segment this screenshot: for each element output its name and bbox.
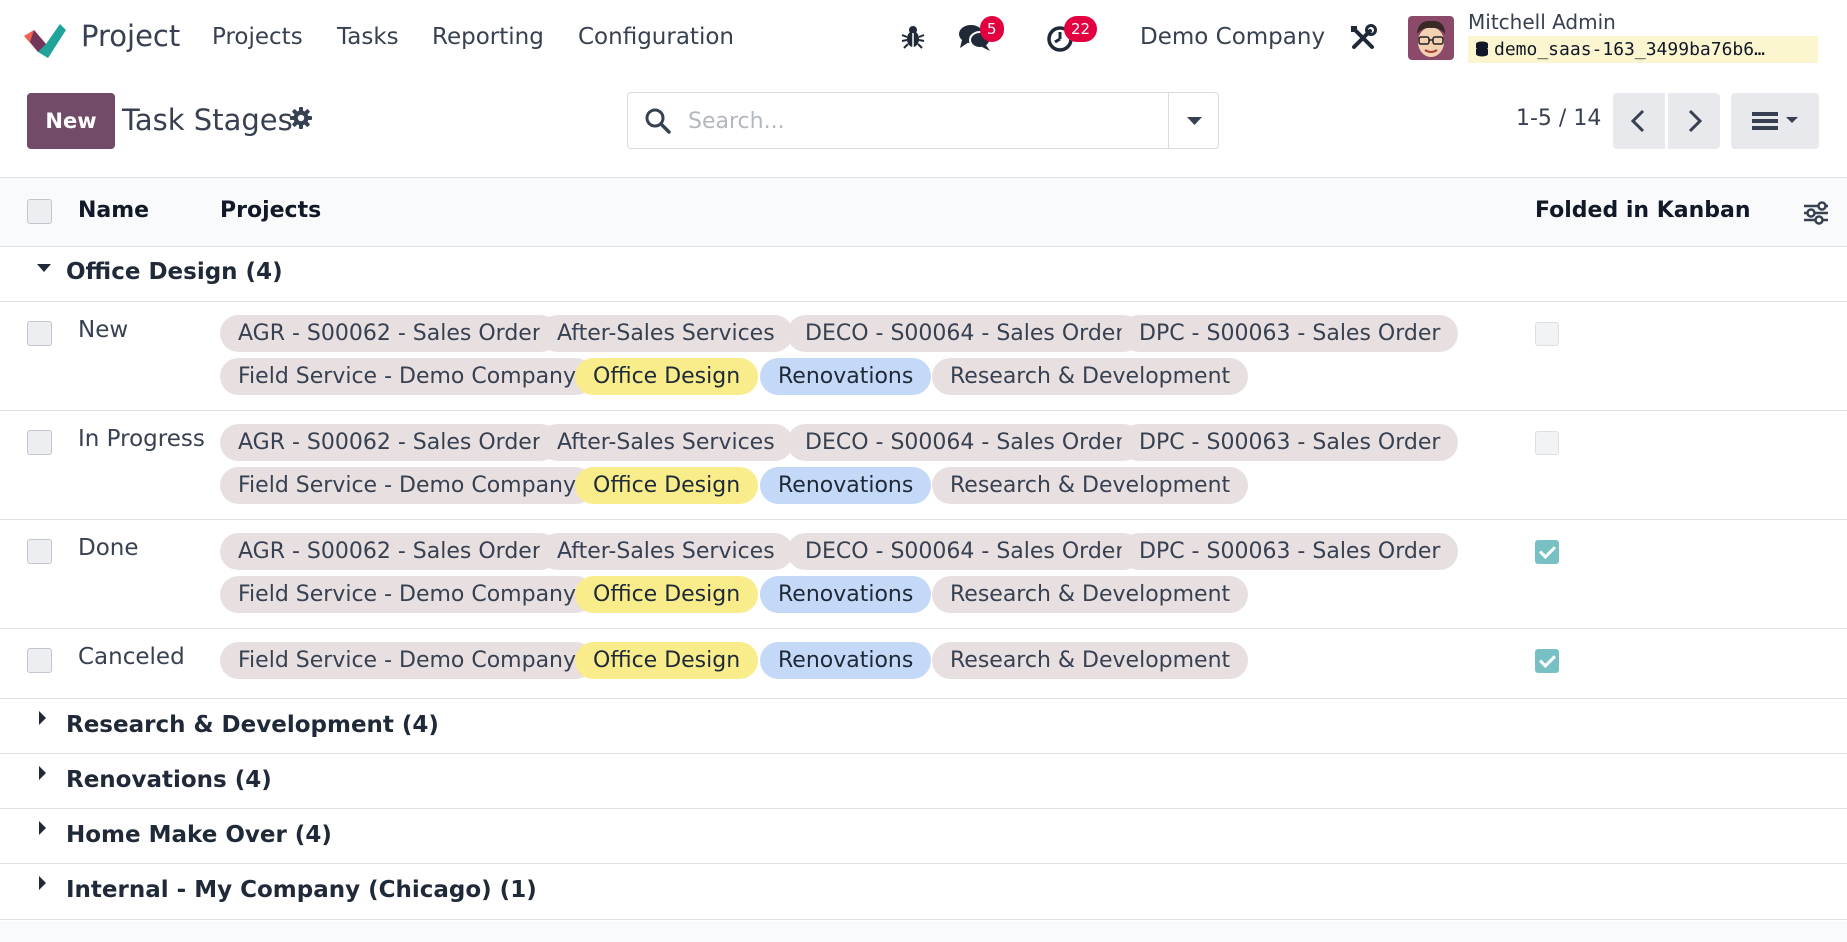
project-tag-renovations: Renovations [760,467,932,504]
caret-down-icon [1187,117,1202,125]
pager-next-button[interactable] [1668,93,1720,149]
database-name: demo_saas-163_3499ba76b6… [1494,39,1765,60]
project-tag-office-design: Office Design [575,467,759,504]
group-label: Research & Development (4) [66,712,439,738]
table-row[interactable]: New AGR - S00062 - Sales Order After-Sales… [0,302,1847,411]
bug-icon[interactable] [900,24,926,50]
app-logo-icon[interactable] [24,20,66,58]
view-switcher-button[interactable] [1731,93,1819,149]
folded-in-kanban-checkbox [1535,649,1559,673]
caret-down-icon [37,264,51,272]
menu-reporting[interactable]: Reporting [432,24,544,50]
caret-right-icon [39,876,46,890]
project-tag-deco-s00064-sales-order: DECO - S00064 - Sales Order [787,533,1143,570]
group-label: Office Design (4) [66,259,283,285]
project-tag-renovations: Renovations [760,358,932,395]
gear-icon[interactable] [290,107,312,129]
project-tag-research-development: Research & Development [932,467,1249,504]
column-header-folded[interactable]: Folded in Kanban [1535,198,1751,223]
caret-right-icon [39,821,46,835]
row-select-checkbox[interactable] [27,539,52,564]
project-tag-after-sales-services: After-Sales Services [539,315,793,352]
project-tag-field-service-demo-company: Field Service - Demo Company [220,642,595,679]
project-tag-field-service-demo-company: Field Service - Demo Company [220,467,595,504]
menu-configuration[interactable]: Configuration [578,24,734,50]
group-row-internal-my-company[interactable]: Internal - My Company (Chicago) (1) [0,864,1847,920]
stage-name: In Progress [78,426,205,452]
folded-in-kanban-checkbox [1535,322,1559,346]
optional-columns-icon[interactable] [1802,200,1830,226]
company-switcher[interactable]: Demo Company [1140,24,1325,50]
group-label: Internal - My Company (Chicago) (1) [66,877,537,903]
row-select-checkbox[interactable] [27,648,52,673]
chevron-right-icon [1688,109,1703,133]
new-button[interactable]: New [27,93,115,149]
chevron-left-icon [1630,109,1645,133]
project-tag-office-design: Office Design [575,642,759,679]
debug-tools-icon[interactable] [1349,24,1377,52]
project-tag-field-service-demo-company: Field Service - Demo Company [220,576,595,613]
search-icon [645,108,671,134]
row-select-checkbox[interactable] [27,430,52,455]
project-tag-field-service-demo-company: Field Service - Demo Company [220,358,595,395]
search-bar [627,92,1219,149]
stage-name: New [78,317,129,343]
stage-name: Canceled [78,644,185,670]
group-row-home-make-over[interactable]: Home Make Over (4) [0,809,1847,864]
pager-previous-button[interactable] [1613,93,1665,149]
caret-right-icon [39,766,46,780]
messages-count-badge: 5 [980,16,1004,42]
user-name[interactable]: Mitchell Admin [1468,10,1616,34]
project-tag-deco-s00064-sales-order: DECO - S00064 - Sales Order [787,424,1143,461]
row-select-checkbox[interactable] [27,321,52,346]
caret-right-icon [39,711,46,725]
project-tag-office-design: Office Design [575,358,759,395]
group-row-research-development[interactable]: Research & Development (4) [0,699,1847,754]
group-row-office-design[interactable]: Office Design (4) [0,247,1847,302]
project-tag-research-development: Research & Development [932,358,1249,395]
group-label: Renovations (4) [66,767,272,793]
list-view-icon [1752,112,1798,130]
project-tag-renovations: Renovations [760,576,932,613]
column-header-name[interactable]: Name [78,198,149,223]
folded-in-kanban-checkbox [1535,431,1559,455]
group-row-renovations[interactable]: Renovations (4) [0,754,1847,809]
project-tag-deco-s00064-sales-order: DECO - S00064 - Sales Order [787,315,1143,352]
project-tag-dpc-s00063-sales-order: DPC - S00063 - Sales Order [1121,315,1459,352]
user-avatar[interactable] [1408,16,1454,60]
menu-tasks[interactable]: Tasks [337,24,399,50]
project-tag-dpc-s00063-sales-order: DPC - S00063 - Sales Order [1121,424,1459,461]
top-navbar: Project Projects Tasks Reporting Configu… [0,0,1847,76]
page-title[interactable]: Task Stages [122,103,293,137]
project-tag-after-sales-services: After-Sales Services [539,533,793,570]
folded-in-kanban-checkbox [1535,540,1559,564]
project-tag-research-development: Research & Development [932,576,1249,613]
database-badge: demo_saas-163_3499ba76b6… [1468,36,1818,63]
project-tag-research-development: Research & Development [932,642,1249,679]
group-label: Home Make Over (4) [66,822,332,848]
stage-name: Done [78,535,139,561]
table-row[interactable]: Done AGR - S00062 - Sales Order After-Sale… [0,520,1847,629]
pager-value[interactable]: 1-5 / 14 [1516,106,1601,131]
project-tag-renovations: Renovations [760,642,932,679]
list-footer [0,921,1847,942]
table-row[interactable]: In Progress AGR - S00062 - Sales Order Aft… [0,411,1847,520]
search-options-toggle[interactable] [1168,93,1219,148]
column-header-projects[interactable]: Projects [220,198,321,223]
database-icon [1476,41,1488,57]
activities-count-badge: 22 [1064,16,1098,42]
project-tag-dpc-s00063-sales-order: DPC - S00063 - Sales Order [1121,533,1459,570]
project-tag-agr-s00062-sales-order: AGR - S00062 - Sales Order [220,424,559,461]
menu-projects[interactable]: Projects [212,24,303,50]
project-tag-office-design: Office Design [575,576,759,613]
project-tag-agr-s00062-sales-order: AGR - S00062 - Sales Order [220,533,559,570]
select-all-checkbox[interactable] [27,199,52,224]
app-name[interactable]: Project [81,19,180,53]
table-row[interactable]: Canceled Field Service - Demo Company Offi… [0,629,1847,699]
project-tag-agr-s00062-sales-order: AGR - S00062 - Sales Order [220,315,559,352]
list-header: Name Projects Folded in Kanban [0,177,1847,247]
search-input[interactable] [688,103,1188,139]
project-tag-after-sales-services: After-Sales Services [539,424,793,461]
